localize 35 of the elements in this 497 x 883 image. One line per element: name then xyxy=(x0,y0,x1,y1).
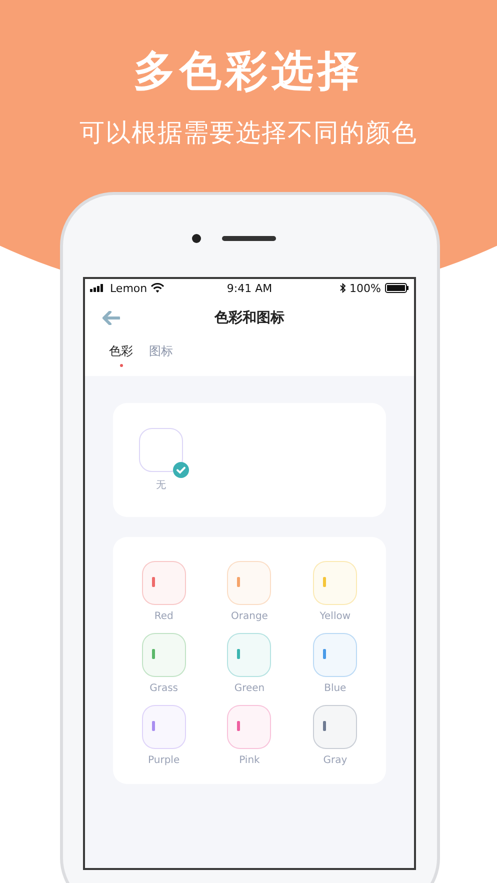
swatch-label: Grass xyxy=(150,683,178,694)
color-swatch[interactable] xyxy=(313,633,358,677)
color-swatch[interactable] xyxy=(227,633,272,677)
banner-subtitle: 可以根据需要选择不同的颜色 xyxy=(80,117,418,149)
swatch-label: Yellow xyxy=(320,611,351,622)
back-arrow-icon[interactable] xyxy=(102,311,120,325)
color-swatch[interactable] xyxy=(313,705,358,749)
swatch-label: Blue xyxy=(324,683,346,694)
color-swatch[interactable] xyxy=(139,428,183,472)
color-swatch[interactable] xyxy=(142,561,186,605)
swatch-label: 无 xyxy=(156,479,166,492)
swatch-label: Pink xyxy=(239,755,260,766)
color-swatch[interactable] xyxy=(227,705,272,749)
color-swatch[interactable] xyxy=(142,705,186,749)
screen-title: 色彩和图标 xyxy=(214,309,284,327)
speaker-icon xyxy=(222,236,276,241)
battery-percent: 100% xyxy=(350,282,381,294)
camera-icon xyxy=(192,234,201,243)
color-swatch[interactable] xyxy=(313,561,358,605)
swatch-label: Purple xyxy=(148,755,180,766)
swatch-label: Gray xyxy=(323,755,348,766)
wifi-icon xyxy=(151,283,164,293)
color-swatch[interactable] xyxy=(227,561,272,605)
color-swatch[interactable] xyxy=(142,633,186,677)
swatch-label: Red xyxy=(154,611,174,622)
swatch-label: Green xyxy=(234,683,265,694)
banner-title: 多色彩选择 xyxy=(134,45,364,97)
signal-icon xyxy=(90,284,106,292)
battery-icon xyxy=(385,283,409,293)
bluetooth-icon xyxy=(340,283,346,293)
check-icon xyxy=(173,462,189,478)
tab[interactable]: 色彩 xyxy=(107,339,135,364)
swatch-label: Orange xyxy=(231,611,268,622)
carrier-name: Lemon xyxy=(110,282,148,294)
status-time: 9:41 AM xyxy=(226,282,272,294)
